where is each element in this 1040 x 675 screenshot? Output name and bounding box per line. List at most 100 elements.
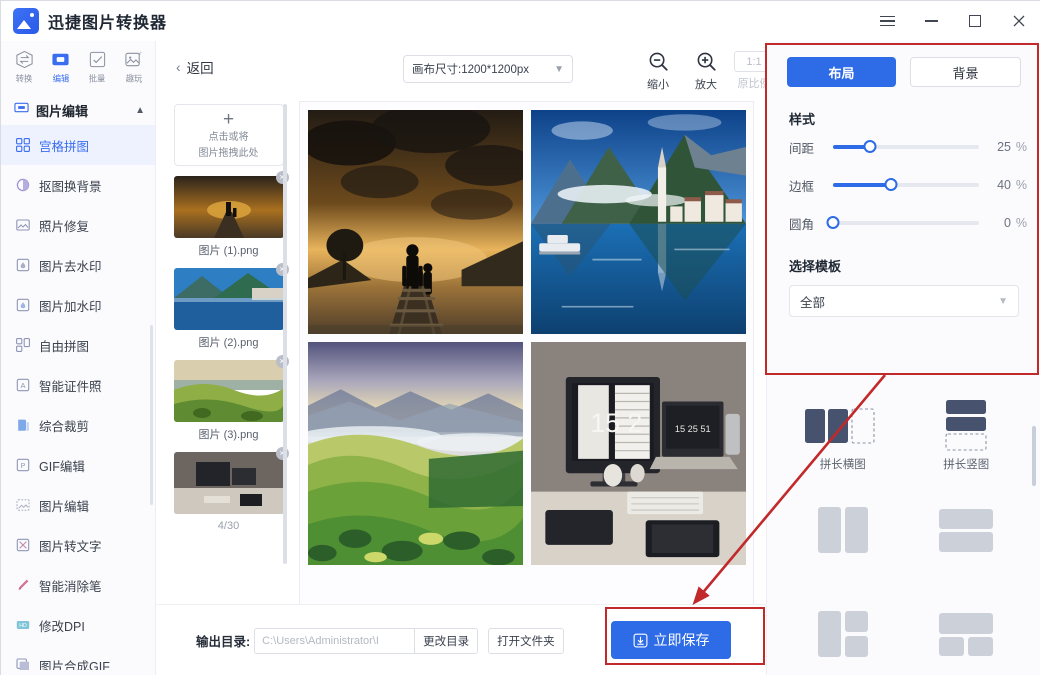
add-watermark-icon [15, 298, 30, 313]
sidebar-item-id-photo[interactable]: A 智能证件照 [1, 365, 155, 405]
collage-cell[interactable]: 15 2 15 25 51 [531, 341, 746, 565]
thumbnail-list[interactable]: + 点击或将 图片拖拽此处 × 图片 (1).png × 图片 (2).png … [166, 101, 291, 626]
tab-edit[interactable]: 编辑 [44, 47, 79, 87]
sidebar-item-add-watermark[interactable]: 图片加水印 [1, 285, 155, 325]
sidebar-item-label: 照片修复 [39, 219, 90, 234]
thumbnail-item[interactable]: × [173, 447, 289, 514]
sidebar-item-remove-watermark[interactable]: 图片去水印 [1, 245, 155, 285]
sidebar-item-free-collage[interactable]: 自由拼图 [1, 325, 155, 365]
sidebar-item-photo-repair[interactable]: 照片修复 [1, 205, 155, 245]
slider-knob[interactable] [884, 178, 898, 191]
dpi-icon: HD [15, 618, 30, 633]
template-preview [936, 606, 996, 662]
tab-background[interactable]: 背景 [910, 57, 1021, 87]
maximize-icon [969, 15, 981, 27]
slider-knob[interactable] [863, 140, 876, 153]
sidebar-item-dpi[interactable]: HD 修改DPI [1, 605, 155, 645]
collage-grid: 15 2 15 25 51 [308, 110, 746, 565]
collage-cell[interactable] [308, 110, 523, 334]
free-collage-icon [15, 338, 30, 353]
open-folder-button[interactable]: 打开文件夹 [488, 627, 564, 654]
sidebar-item-label: 图片编辑 [39, 499, 90, 514]
change-dir-button[interactable]: 更改目录 [414, 627, 479, 654]
tab-fun[interactable]: 趣玩 [117, 47, 152, 87]
output-bar: 输出目录: C:\Users\Administrator\I 更改目录 打开文件… [156, 604, 766, 675]
template-filter-select[interactable]: 全部 ▼ [789, 285, 1019, 317]
tab-convert-label: 转换 [15, 74, 33, 84]
collage-canvas[interactable]: 15 2 15 25 51 [299, 101, 754, 606]
thumbnail-item[interactable]: × 图片 (3).png [173, 355, 289, 442]
slider-value: 40 [997, 178, 1011, 192]
sidebar-item-picture-edit[interactable]: 图片编辑 [1, 485, 155, 525]
collage-cell[interactable] [531, 110, 746, 334]
sidebar-item-label: 修改DPI [39, 619, 85, 634]
zoom-out-button[interactable]: 缩小 [638, 49, 678, 92]
template-label: 拼长横图 [819, 459, 866, 471]
sidebar-item-cutout-background[interactable]: 抠图换背景 [1, 165, 155, 205]
save-button-label: 立即保存 [653, 632, 710, 648]
close-button[interactable] [997, 1, 1040, 41]
sidebar-section-header[interactable]: 图片编辑 ▲ [1, 95, 155, 125]
template-label: 拼长竖图 [943, 459, 990, 471]
cutout-background-icon [15, 178, 30, 193]
add-hint-line2: 图片拖拽此处 [198, 147, 259, 159]
download-icon [633, 633, 648, 648]
sidebar-item-grid-collage[interactable]: 宫格拼图 [1, 125, 155, 165]
sidebar: 转换 编辑 批量 趣玩 图片编辑 ▲ 宫格拼图 抠图换背景 照片修复 图片去水印… [1, 41, 156, 675]
sidebar-item-label: 自由拼图 [39, 339, 90, 354]
slider-value: 25 [997, 140, 1011, 154]
sidebar-item-crop[interactable]: 综合裁剪 [1, 405, 155, 445]
thumbnail-item[interactable]: × 图片 (1).png [173, 171, 289, 258]
template-top-big-bottom-two[interactable] [905, 606, 1029, 675]
sidebar-scrollbar[interactable] [150, 325, 153, 505]
sidebar-item-label: 智能证件照 [39, 379, 102, 394]
svg-text:P: P [20, 463, 25, 470]
mode-tabs: 转换 编辑 批量 趣玩 [1, 41, 155, 95]
window-controls [865, 1, 1040, 41]
title-bar: 迅捷图片转换器 [1, 1, 1040, 41]
template-preview [813, 502, 873, 558]
laptop-clock-text: 15 25 51 [675, 424, 711, 434]
output-path-input[interactable]: C:\Users\Administrator\I [254, 627, 415, 654]
sidebar-item-images-to-gif[interactable]: 图片合成GIF [1, 645, 155, 670]
sidebar-item-gif-edit[interactable]: P GIF编辑 [1, 445, 155, 485]
thumbnail-item[interactable]: × 图片 (2).png [173, 263, 289, 350]
sidebar-item-image-to-text[interactable]: 图片转文字 [1, 525, 155, 565]
back-button[interactable]: ‹ 返回 [176, 57, 214, 77]
tab-fun-label: 趣玩 [125, 74, 143, 84]
slider-track[interactable] [826, 216, 979, 229]
slider-knob[interactable] [826, 216, 840, 229]
screen-clock-text: 15 2 [590, 408, 642, 438]
tab-layout[interactable]: 布局 [787, 57, 896, 87]
tab-batch[interactable]: 批量 [80, 47, 115, 87]
template-left-big-right-two[interactable] [781, 606, 905, 675]
slider-border[interactable]: 边框 40 % [767, 166, 1040, 204]
panel-tabs: 布局 背景 [767, 41, 1040, 87]
thumbnail-scrollbar[interactable] [283, 104, 287, 564]
add-image-dropzone[interactable]: + 点击或将 图片拖拽此处 [173, 104, 284, 166]
template-section-title: 选择模板 [789, 259, 842, 274]
chevron-up-icon[interactable]: ▲ [135, 105, 145, 116]
template-two-rows[interactable] [905, 502, 1029, 606]
minimize-button[interactable] [909, 1, 953, 41]
menu-button[interactable] [865, 1, 909, 41]
properties-panel-scrollbar[interactable] [1032, 426, 1036, 486]
template-long-horizontal[interactable]: 拼长横图 [781, 398, 905, 502]
zoom-in-button[interactable]: 放大 [686, 49, 726, 92]
slider-radius[interactable]: 圆角 0 % [767, 204, 1040, 242]
slider-track[interactable] [833, 140, 979, 153]
template-long-vertical[interactable]: 拼长竖图 [905, 398, 1029, 502]
sidebar-item-eraser-pen[interactable]: 智能消除笔 [1, 565, 155, 605]
sidebar-item-label: 图片去水印 [39, 259, 102, 274]
canvas-size-select[interactable]: 画布尺寸:1200*1200px ▼ [403, 55, 573, 83]
maximize-button[interactable] [953, 1, 997, 41]
slider-spacing[interactable]: 间距 25 % [767, 128, 1040, 166]
collage-cell[interactable] [308, 341, 523, 565]
sidebar-item-label: 图片加水印 [39, 299, 102, 314]
zoom-in-label: 放大 [695, 79, 717, 91]
save-button[interactable]: 立即保存 [611, 621, 731, 659]
chevron-down-icon: ▼ [554, 63, 564, 75]
slider-track[interactable] [833, 178, 979, 191]
template-two-cols[interactable] [781, 502, 905, 606]
tab-convert[interactable]: 转换 [7, 47, 42, 87]
